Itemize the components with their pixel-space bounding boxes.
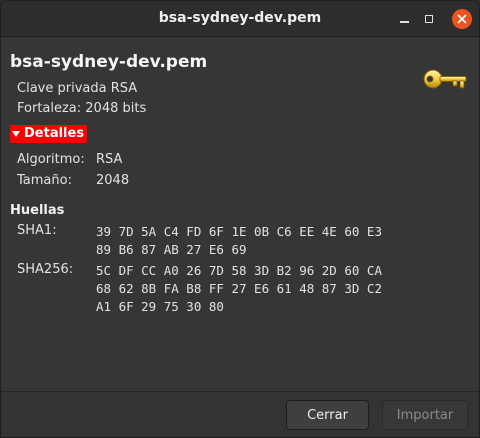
title-bar[interactable]: bsa-sydney-dev.pem	[1, 1, 479, 37]
size-value: 2048	[96, 173, 130, 188]
sha256-label: SHA256:	[17, 262, 74, 277]
algorithm-value: RSA	[96, 152, 123, 167]
close-window-button[interactable]	[452, 9, 472, 29]
close-button[interactable]: Cerrar	[286, 400, 369, 430]
key-strength-text: Fortaleza: 2048 bits	[17, 101, 147, 116]
import-button: Importar	[382, 400, 468, 430]
algorithm-label: Algoritmo:	[17, 152, 85, 167]
sha256-line: 5C DF CC A0 26 7D 58 3D B2 96 2D 60 CA	[96, 263, 382, 278]
sha1-label: SHA1:	[17, 223, 57, 238]
certificate-viewer-window: bsa-sydney-dev.pem bsa-sydney-dev.pem Cl…	[0, 0, 480, 438]
details-expander[interactable]: Detalles	[10, 125, 88, 143]
minimize-button[interactable]	[394, 9, 414, 29]
minimize-icon	[399, 21, 409, 23]
file-name: bsa-sydney-dev.pem	[10, 52, 208, 72]
sha1-line: 89 B6 87 AB 27 E6 69	[96, 242, 247, 257]
sha256-line: 68 62 8B FA B8 FF 27 E6 61 48 87 3D C2	[96, 281, 382, 296]
dialog-button-bar: Cerrar Importar	[1, 391, 479, 437]
maximize-icon	[425, 15, 433, 23]
expander-arrow-icon	[12, 131, 20, 137]
sha256-line: A1 6F 29 75 30 80	[96, 299, 224, 314]
details-expander-label: Detalles	[24, 126, 85, 141]
key-icon	[423, 69, 467, 89]
sha1-line: 39 7D 5A C4 FD 6F 1E 0B C6 EE 4E 60 E3	[96, 224, 382, 239]
maximize-button[interactable]	[419, 9, 439, 29]
size-label: Tamaño:	[17, 173, 72, 188]
close-icon	[457, 14, 467, 24]
fingerprints-title: Huellas	[10, 203, 65, 218]
key-type-text: Clave privada RSA	[17, 81, 138, 96]
